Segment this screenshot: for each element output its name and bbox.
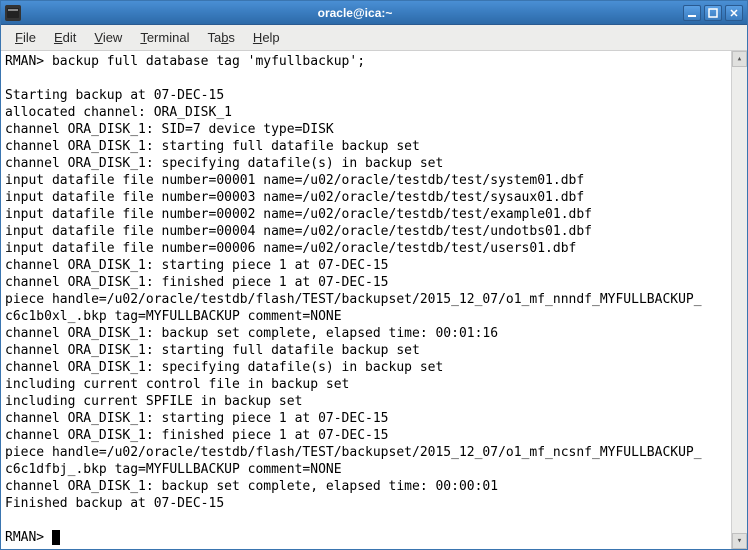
minimize-button[interactable] [683, 5, 701, 21]
menu-help[interactable]: Help [245, 27, 288, 48]
terminal-area[interactable]: RMAN> backup full database tag 'myfullba… [1, 51, 747, 549]
menu-file[interactable]: File [7, 27, 44, 48]
scroll-up-icon[interactable]: ▴ [732, 51, 747, 67]
maximize-button[interactable] [704, 5, 722, 21]
terminal-window: oracle@ica:~ File Edit View Terminal Tab… [0, 0, 748, 550]
menu-tabs[interactable]: Tabs [199, 27, 242, 48]
window-title: oracle@ica:~ [27, 6, 683, 20]
scroll-down-icon[interactable]: ▾ [732, 533, 747, 549]
terminal-output: RMAN> backup full database tag 'myfullba… [5, 53, 729, 546]
scrollbar[interactable]: ▴ ▾ [731, 51, 747, 549]
close-button[interactable] [725, 5, 743, 21]
menu-view[interactable]: View [86, 27, 130, 48]
menubar: File Edit View Terminal Tabs Help [1, 25, 747, 51]
scroll-track[interactable] [732, 67, 747, 533]
menu-terminal[interactable]: Terminal [132, 27, 197, 48]
titlebar[interactable]: oracle@ica:~ [1, 1, 747, 25]
window-buttons [683, 5, 743, 21]
cursor [52, 530, 60, 545]
window-icon [5, 5, 21, 21]
menu-edit[interactable]: Edit [46, 27, 84, 48]
